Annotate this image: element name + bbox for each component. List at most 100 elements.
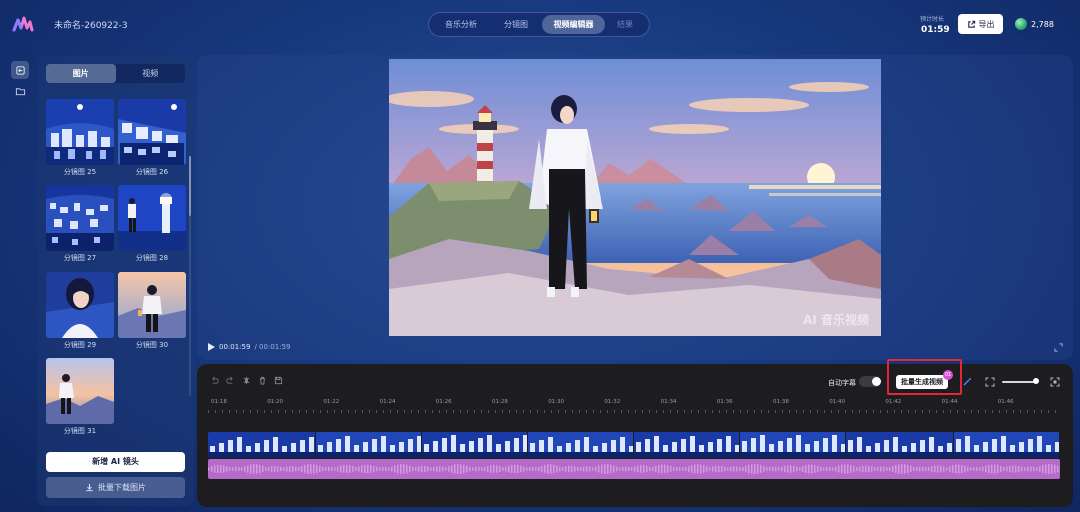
undo-icon[interactable]	[210, 376, 219, 385]
storyboard-thumb-29[interactable]	[46, 272, 114, 338]
ruler-tick	[649, 410, 650, 413]
audio-waveform	[208, 464, 1059, 474]
waveform-bar	[334, 467, 336, 471]
tab-images[interactable]: 图片	[46, 64, 116, 83]
delete-icon[interactable]	[258, 376, 267, 385]
rail-storyboard-button[interactable]	[11, 61, 29, 79]
waveform-bar	[727, 467, 729, 471]
timeline-editor: 自动字幕 批量生成视频 01 01:18 01:20 01:22 01:24 01:26…	[197, 359, 1073, 507]
credits-balance[interactable]: 2,788	[1011, 14, 1063, 34]
waveform-bar	[739, 467, 741, 471]
video-clip[interactable]	[740, 432, 846, 458]
ruler-tick	[446, 410, 447, 413]
thumb-label: 分镜图 27	[63, 254, 97, 262]
clip-thumbnail	[316, 432, 421, 458]
storyboard-thumb-31[interactable]	[46, 358, 114, 424]
waveform-bar	[766, 467, 768, 471]
video-clip[interactable]	[208, 432, 316, 458]
waveform-bar	[748, 464, 750, 474]
fit-screen-icon[interactable]	[985, 377, 995, 387]
ruler-label: 01:38	[773, 399, 789, 405]
ruler-tick	[677, 410, 678, 413]
ruler-tick	[1048, 410, 1049, 413]
video-track[interactable]	[208, 432, 1060, 458]
storyboard-thumb-27[interactable]	[46, 185, 114, 251]
tab-video-editor[interactable]: 视频编辑器	[542, 15, 605, 34]
project-name[interactable]: 未命名-260922-3	[54, 18, 128, 31]
ruler-tick	[481, 410, 482, 413]
video-clip[interactable]	[634, 432, 740, 458]
ruler-tick	[971, 410, 972, 413]
ruler-tick	[1027, 410, 1028, 413]
video-clip[interactable]	[846, 432, 954, 458]
storyboard-thumb-28[interactable]	[118, 185, 186, 251]
waveform-bar	[871, 466, 873, 472]
tab-storyboard[interactable]: 分镜图	[490, 15, 542, 34]
thumbnail-scrollbar-thumb[interactable]	[189, 156, 191, 216]
auto-subtitle-toggle[interactable]	[859, 376, 881, 387]
tab-videos[interactable]: 视频	[116, 64, 186, 83]
ruler-tick	[873, 410, 874, 413]
video-preview[interactable]: AI 音乐视频	[389, 59, 881, 336]
redo-icon[interactable]	[226, 376, 235, 385]
export-button[interactable]: 导出	[958, 14, 1003, 34]
video-clip[interactable]	[954, 432, 1060, 458]
expand-icon[interactable]	[1054, 343, 1063, 352]
ruler-tick	[425, 410, 426, 413]
storyboard-thumb-26[interactable]	[118, 99, 186, 165]
storyboard-thumb-30[interactable]	[118, 272, 186, 338]
ruler-tick	[803, 410, 804, 413]
video-clip[interactable]	[316, 432, 422, 458]
add-ai-shot-button[interactable]: 新增 AI 镜头	[46, 452, 185, 472]
ruler-label: 01:32	[604, 399, 621, 405]
ruler-label: 01:36	[716, 399, 733, 405]
waveform-bar	[805, 465, 807, 473]
audio-track[interactable]	[208, 459, 1060, 479]
waveform-bar	[664, 464, 666, 474]
waveform-bar	[361, 465, 363, 473]
play-icon[interactable]	[208, 343, 215, 351]
waveform-bar	[409, 465, 411, 473]
waveform-bar	[682, 467, 684, 471]
waveform-bar	[1051, 464, 1053, 474]
batch-generate-video-button[interactable]: 批量生成视频	[896, 375, 948, 389]
waveform-bar	[598, 465, 600, 473]
ruler-tick	[460, 410, 461, 413]
app-logo-icon[interactable]	[12, 14, 34, 34]
video-clip[interactable]	[422, 432, 528, 458]
ruler-tick	[824, 410, 825, 413]
save-icon[interactable]	[274, 376, 283, 385]
waveform-bar	[883, 466, 885, 472]
ruler-tick	[726, 410, 727, 413]
waveform-bar	[214, 465, 216, 473]
waveform-bar	[742, 466, 744, 472]
tab-music-analysis[interactable]: 音乐分析	[432, 15, 490, 34]
ruler-tick	[474, 410, 475, 413]
batch-download-button[interactable]: 批量下载图片	[46, 477, 185, 498]
storyboard-thumb-25[interactable]	[46, 99, 114, 165]
rail-folder-button[interactable]	[11, 82, 29, 100]
waveform-bar	[721, 466, 723, 472]
magic-wand-icon[interactable]	[962, 377, 972, 387]
credits-value: 2,788	[1031, 19, 1054, 29]
waveform-bar	[595, 466, 597, 472]
waveform-bar	[622, 466, 624, 472]
ruler-tick	[467, 410, 468, 413]
ruler-tick	[733, 410, 734, 413]
ruler-label: 01:18	[211, 399, 227, 405]
video-clip[interactable]	[528, 432, 634, 458]
split-icon[interactable]	[242, 376, 251, 385]
zoom-slider-handle[interactable]	[1033, 378, 1039, 384]
ruler-tick	[964, 410, 965, 413]
waveform-bar	[415, 467, 417, 471]
waveform-bar	[958, 464, 960, 474]
waveform-bar	[346, 464, 348, 474]
zoom-slider[interactable]	[1002, 381, 1036, 383]
waveform-bar	[325, 467, 327, 471]
waveform-bar	[754, 464, 756, 474]
waveform-bar	[616, 466, 618, 472]
waveform-bar	[274, 465, 276, 473]
waveform-bar	[580, 467, 582, 471]
zoom-fit-icon[interactable]	[1050, 377, 1060, 387]
waveform-bar	[301, 466, 303, 472]
